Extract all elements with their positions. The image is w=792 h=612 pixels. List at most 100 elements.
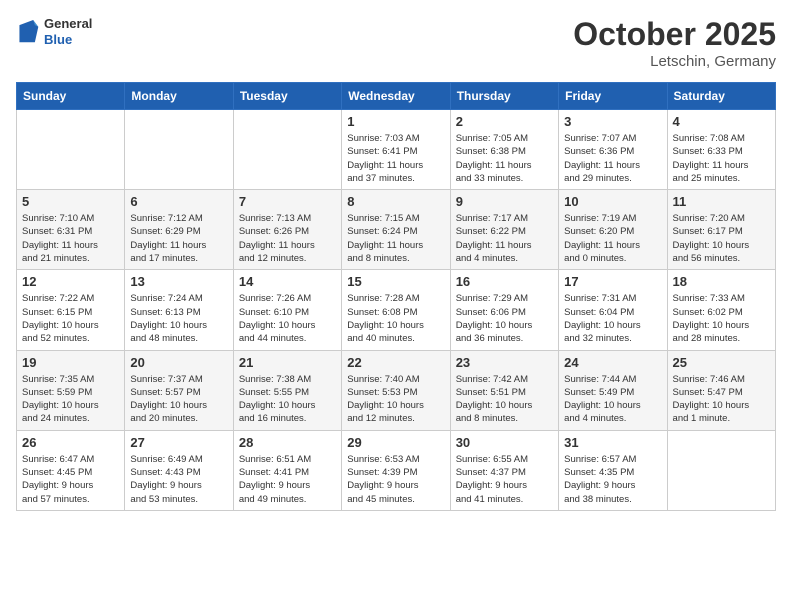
month-title: October 2025: [573, 16, 776, 53]
cell-info-text: Sunrise: 7:08 AM Sunset: 6:33 PM Dayligh…: [673, 132, 770, 185]
week-row-3: 19Sunrise: 7:35 AM Sunset: 5:59 PM Dayli…: [17, 350, 776, 430]
calendar-cell: 17 Sunrise: 7:31 AM Sunset: 6:04 PM Dayli…: [559, 270, 667, 350]
calendar-cell: 24 Sunrise: 7:44 AM Sunset: 5:49 PM Dayli…: [559, 350, 667, 430]
calendar-cell: 20 Sunrise: 7:37 AM Sunset: 5:57 PM Dayli…: [125, 350, 233, 430]
calendar-cell: 28 Sunrise: 6:51 AM Sunset: 4:41 PM Dayli…: [233, 430, 341, 510]
cell-day-number: 8: [347, 194, 444, 209]
calendar-cell: 27Sunrise: 6:49 AM Sunset: 4:43 PM Dayli…: [125, 430, 233, 510]
calendar-cell: 18 Sunrise: 7:33 AM Sunset: 6:02 PM Dayli…: [667, 270, 775, 350]
calendar-cell: [125, 110, 233, 190]
week-row-2: 12 Sunrise: 7:22 AM Sunset: 6:15 PM Dayli…: [17, 270, 776, 350]
cell-info-text: Sunrise: 7:20 AM Sunset: 6:17 PM Dayligh…: [673, 212, 770, 265]
cell-day-number: 17: [564, 274, 661, 289]
logo-blue: Blue: [44, 32, 92, 48]
weekday-header-thursday: Thursday: [450, 83, 558, 110]
weekday-header-sunday: Sunday: [17, 83, 125, 110]
cell-day-number: 10: [564, 194, 661, 209]
logo: General Blue: [16, 16, 92, 47]
cell-day-number: 25: [673, 355, 770, 370]
cell-day-number: 14: [239, 274, 336, 289]
week-row-4: 26 Sunrise: 6:47 AM Sunset: 4:45 PM Dayli…: [17, 430, 776, 510]
cell-day-number: 5: [22, 194, 119, 209]
cell-info-text: Sunrise: 7:37 AM Sunset: 5:57 PM Dayligh…: [130, 373, 227, 426]
calendar-cell: 13 Sunrise: 7:24 AM Sunset: 6:13 PM Dayli…: [125, 270, 233, 350]
cell-info-text: Sunrise: 7:46 AM Sunset: 5:47 PM Dayligh…: [673, 373, 770, 426]
calendar-cell: 8 Sunrise: 7:15 AM Sunset: 6:24 PM Daylig…: [342, 190, 450, 270]
cell-info-text: Sunrise: 7:38 AM Sunset: 5:55 PM Dayligh…: [239, 373, 336, 426]
calendar-cell: [17, 110, 125, 190]
cell-day-number: 30: [456, 435, 553, 450]
calendar-cell: 14 Sunrise: 7:26 AM Sunset: 6:10 PM Dayli…: [233, 270, 341, 350]
calendar-cell: 11 Sunrise: 7:20 AM Sunset: 6:17 PM Dayli…: [667, 190, 775, 270]
cell-day-number: 6: [130, 194, 227, 209]
cell-info-text: Sunrise: 7:31 AM Sunset: 6:04 PM Dayligh…: [564, 292, 661, 345]
calendar-cell: 3Sunrise: 7:07 AM Sunset: 6:36 PM Daylig…: [559, 110, 667, 190]
location: Letschin, Germany: [573, 53, 776, 70]
cell-day-number: 21: [239, 355, 336, 370]
cell-info-text: Sunrise: 7:44 AM Sunset: 5:49 PM Dayligh…: [564, 373, 661, 426]
calendar-table: SundayMondayTuesdayWednesdayThursdayFrid…: [16, 82, 776, 511]
cell-day-number: 20: [130, 355, 227, 370]
cell-info-text: Sunrise: 7:29 AM Sunset: 6:06 PM Dayligh…: [456, 292, 553, 345]
cell-info-text: Sunrise: 6:51 AM Sunset: 4:41 PM Dayligh…: [239, 453, 336, 506]
calendar-cell: 7 Sunrise: 7:13 AM Sunset: 6:26 PM Daylig…: [233, 190, 341, 270]
logo-icon: [16, 18, 40, 46]
calendar-cell: [233, 110, 341, 190]
weekday-header-wednesday: Wednesday: [342, 83, 450, 110]
logo-general: General: [44, 16, 92, 32]
cell-info-text: Sunrise: 7:26 AM Sunset: 6:10 PM Dayligh…: [239, 292, 336, 345]
cell-day-number: 23: [456, 355, 553, 370]
cell-info-text: Sunrise: 7:24 AM Sunset: 6:13 PM Dayligh…: [130, 292, 227, 345]
cell-info-text: Sunrise: 7:42 AM Sunset: 5:51 PM Dayligh…: [456, 373, 553, 426]
cell-info-text: Sunrise: 7:03 AM Sunset: 6:41 PM Dayligh…: [347, 132, 444, 185]
cell-day-number: 27: [130, 435, 227, 450]
calendar-cell: 30 Sunrise: 6:55 AM Sunset: 4:37 PM Dayli…: [450, 430, 558, 510]
cell-day-number: 16: [456, 274, 553, 289]
cell-day-number: 29: [347, 435, 444, 450]
cell-day-number: 13: [130, 274, 227, 289]
cell-day-number: 12: [22, 274, 119, 289]
calendar-cell: 5 Sunrise: 7:10 AM Sunset: 6:31 PM Daylig…: [17, 190, 125, 270]
calendar-cell: 25 Sunrise: 7:46 AM Sunset: 5:47 PM Dayli…: [667, 350, 775, 430]
cell-day-number: 26: [22, 435, 119, 450]
cell-info-text: Sunrise: 7:17 AM Sunset: 6:22 PM Dayligh…: [456, 212, 553, 265]
calendar-cell: 2Sunrise: 7:05 AM Sunset: 6:38 PM Daylig…: [450, 110, 558, 190]
cell-info-text: Sunrise: 7:22 AM Sunset: 6:15 PM Dayligh…: [22, 292, 119, 345]
calendar-cell: 16 Sunrise: 7:29 AM Sunset: 6:06 PM Dayli…: [450, 270, 558, 350]
calendar-cell: 31Sunrise: 6:57 AM Sunset: 4:35 PM Dayli…: [559, 430, 667, 510]
cell-day-number: 9: [456, 194, 553, 209]
cell-info-text: Sunrise: 6:53 AM Sunset: 4:39 PM Dayligh…: [347, 453, 444, 506]
logo-text: General Blue: [44, 16, 92, 47]
cell-day-number: 24: [564, 355, 661, 370]
cell-day-number: 28: [239, 435, 336, 450]
cell-info-text: Sunrise: 7:35 AM Sunset: 5:59 PM Dayligh…: [22, 373, 119, 426]
calendar-cell: 29 Sunrise: 6:53 AM Sunset: 4:39 PM Dayli…: [342, 430, 450, 510]
calendar-cell: 10 Sunrise: 7:19 AM Sunset: 6:20 PM Dayli…: [559, 190, 667, 270]
cell-info-text: Sunrise: 7:13 AM Sunset: 6:26 PM Dayligh…: [239, 212, 336, 265]
weekday-header-saturday: Saturday: [667, 83, 775, 110]
cell-day-number: 2: [456, 114, 553, 129]
cell-info-text: Sunrise: 7:15 AM Sunset: 6:24 PM Dayligh…: [347, 212, 444, 265]
cell-day-number: 1: [347, 114, 444, 129]
cell-day-number: 11: [673, 194, 770, 209]
calendar-cell: 19Sunrise: 7:35 AM Sunset: 5:59 PM Dayli…: [17, 350, 125, 430]
week-row-1: 5 Sunrise: 7:10 AM Sunset: 6:31 PM Daylig…: [17, 190, 776, 270]
cell-info-text: Sunrise: 7:40 AM Sunset: 5:53 PM Dayligh…: [347, 373, 444, 426]
cell-day-number: 18: [673, 274, 770, 289]
calendar-cell: 1 Sunrise: 7:03 AM Sunset: 6:41 PM Daylig…: [342, 110, 450, 190]
cell-day-number: 3: [564, 114, 661, 129]
calendar-cell: 15Sunrise: 7:28 AM Sunset: 6:08 PM Dayli…: [342, 270, 450, 350]
cell-info-text: Sunrise: 7:28 AM Sunset: 6:08 PM Dayligh…: [347, 292, 444, 345]
calendar-cell: 4 Sunrise: 7:08 AM Sunset: 6:33 PM Daylig…: [667, 110, 775, 190]
cell-info-text: Sunrise: 7:10 AM Sunset: 6:31 PM Dayligh…: [22, 212, 119, 265]
cell-info-text: Sunrise: 7:19 AM Sunset: 6:20 PM Dayligh…: [564, 212, 661, 265]
cell-info-text: Sunrise: 6:57 AM Sunset: 4:35 PM Dayligh…: [564, 453, 661, 506]
cell-day-number: 7: [239, 194, 336, 209]
cell-info-text: Sunrise: 6:55 AM Sunset: 4:37 PM Dayligh…: [456, 453, 553, 506]
cell-info-text: Sunrise: 7:33 AM Sunset: 6:02 PM Dayligh…: [673, 292, 770, 345]
week-row-0: 1 Sunrise: 7:03 AM Sunset: 6:41 PM Daylig…: [17, 110, 776, 190]
calendar-cell: 23 Sunrise: 7:42 AM Sunset: 5:51 PM Dayli…: [450, 350, 558, 430]
cell-info-text: Sunrise: 6:47 AM Sunset: 4:45 PM Dayligh…: [22, 453, 119, 506]
title-block: October 2025 Letschin, Germany: [573, 16, 776, 70]
cell-day-number: 4: [673, 114, 770, 129]
